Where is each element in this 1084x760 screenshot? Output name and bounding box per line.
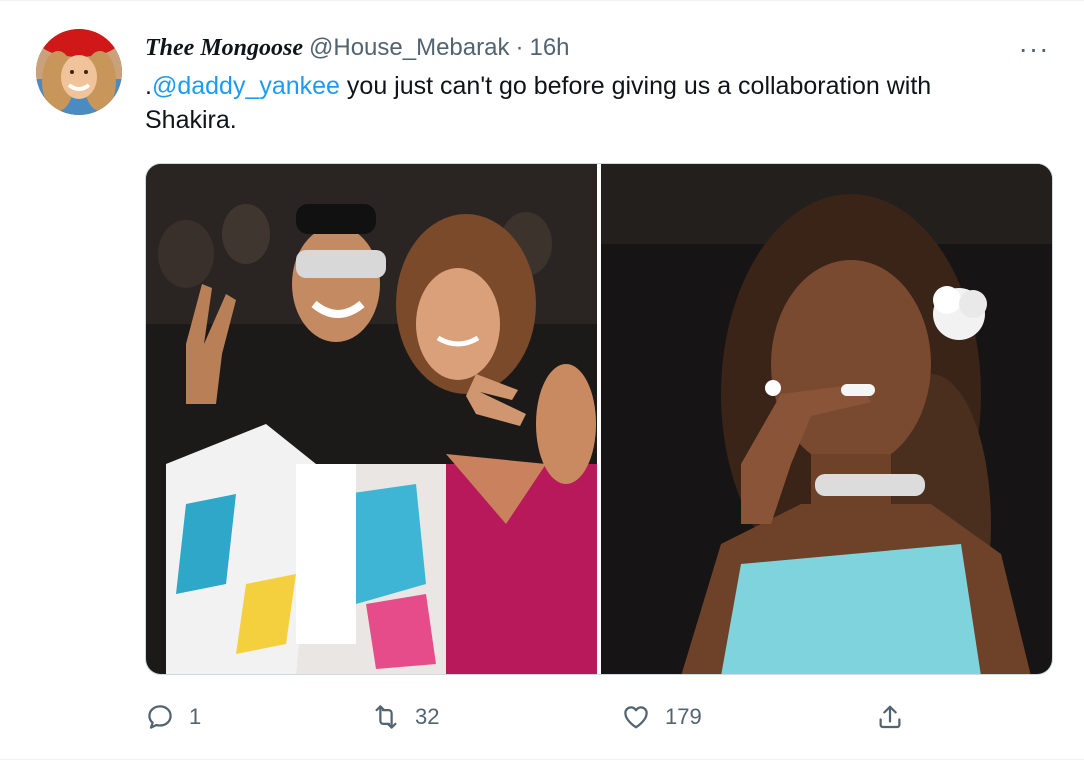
mention-link[interactable]: @daddy_yankee — [152, 72, 340, 100]
user-handle[interactable]: @House_Mebarak — [309, 34, 509, 62]
share-button[interactable] — [875, 697, 905, 737]
share-icon — [879, 705, 901, 729]
photo-left[interactable] — [146, 164, 597, 674]
header-separator: · — [515, 34, 524, 61]
reply-button[interactable]: 1 — [145, 697, 201, 737]
reply-icon — [148, 705, 172, 729]
avatar-photo-icon — [36, 29, 122, 115]
retweet-count: 32 — [415, 704, 440, 729]
like-count: 179 — [665, 704, 702, 729]
tweet-media — [145, 163, 1053, 675]
heart-icon — [624, 706, 648, 729]
display-name[interactable]: Thee Mongoose — [145, 35, 303, 62]
tweet-timestamp[interactable]: 16h — [529, 34, 569, 62]
text-prefix: . — [145, 72, 152, 100]
tweet-card[interactable]: Thee Mongoose @House_Mebarak · 16h ··· .… — [0, 0, 1084, 760]
tweet-header: Thee Mongoose @House_Mebarak · 16h — [145, 31, 570, 65]
photo-crying-icon — [601, 164, 1052, 674]
photo-right[interactable] — [601, 164, 1052, 674]
tweet-text: .@daddy_yankee you just can't go before … — [145, 69, 1025, 137]
retweet-icon — [375, 705, 397, 729]
like-button[interactable]: 179 — [621, 697, 702, 737]
tweet-actions: 1 32 179 — [145, 697, 945, 737]
reply-count: 1 — [189, 704, 202, 729]
user-avatar[interactable] — [36, 29, 122, 115]
retweet-button[interactable]: 32 — [371, 697, 439, 737]
more-options-icon[interactable]: ··· — [1014, 33, 1054, 64]
photo-couple-icon — [146, 164, 597, 674]
